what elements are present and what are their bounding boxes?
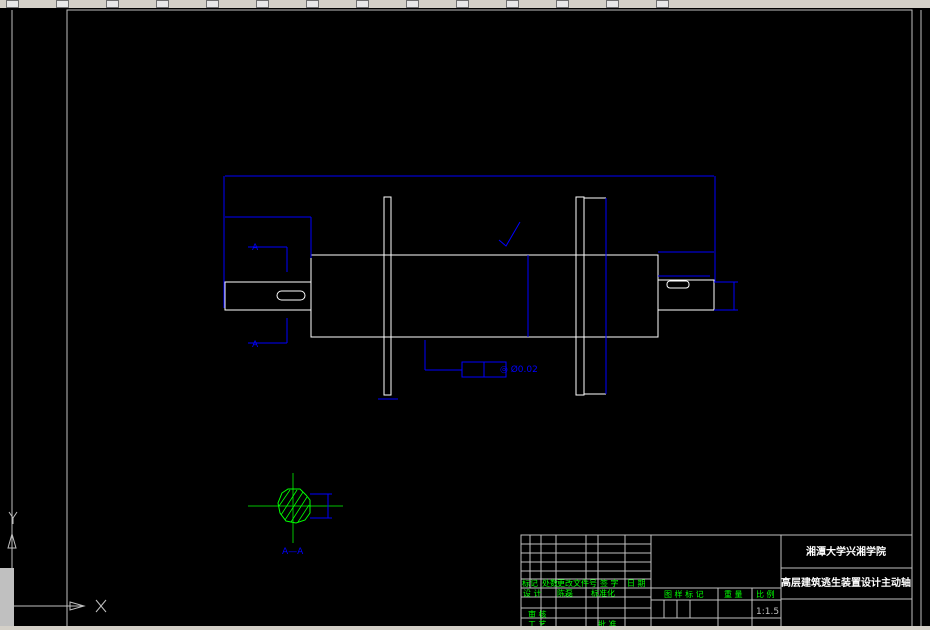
tool-palette[interactable] <box>0 568 14 630</box>
title-cell-stage: 图 样 标 记 <box>664 589 704 599</box>
section-mark-bottom: A <box>252 340 259 350</box>
title-cell-change-doc: 更改文件号 <box>557 578 597 588</box>
title-cell-count: 处数 <box>542 578 558 588</box>
title-cell-weight: 重 量 <box>724 589 743 599</box>
section-view-label: A—A <box>282 547 304 557</box>
scale-value: 1:1.5 <box>756 607 779 617</box>
dimension-lines <box>223 175 738 400</box>
section-mark-top: A <box>252 243 259 253</box>
title-cell-date: 日 期 <box>627 579 646 588</box>
title-cell-scale: 比 例 <box>756 589 775 599</box>
shaft-outline <box>224 196 715 396</box>
title-cell-review: 审 核 <box>528 609 547 619</box>
ucs-icon <box>7 511 107 613</box>
title-cell-design: 设 计 <box>523 588 542 598</box>
drawing-title: 高层建筑逃生装置设计主动轴 <box>781 576 911 589</box>
title-cell-standardization: 标准化 <box>591 588 615 598</box>
title-cell-signature: 签 字 <box>600 578 619 588</box>
tolerance-frame-text: ◎ Ø0.02 <box>500 364 538 375</box>
title-cell-mark: 标记 <box>522 578 538 588</box>
school-name: 湘潭大学兴湘学院 <box>806 545 886 558</box>
title-cell-designer: 陈磊 <box>557 588 573 598</box>
drawing-canvas[interactable]: ◎ Ø0.02 A A A—A 标记 处数 更改文件号 签 字 日 期 设 计 … <box>0 0 930 630</box>
status-bar <box>0 626 930 630</box>
section-view <box>248 473 343 543</box>
